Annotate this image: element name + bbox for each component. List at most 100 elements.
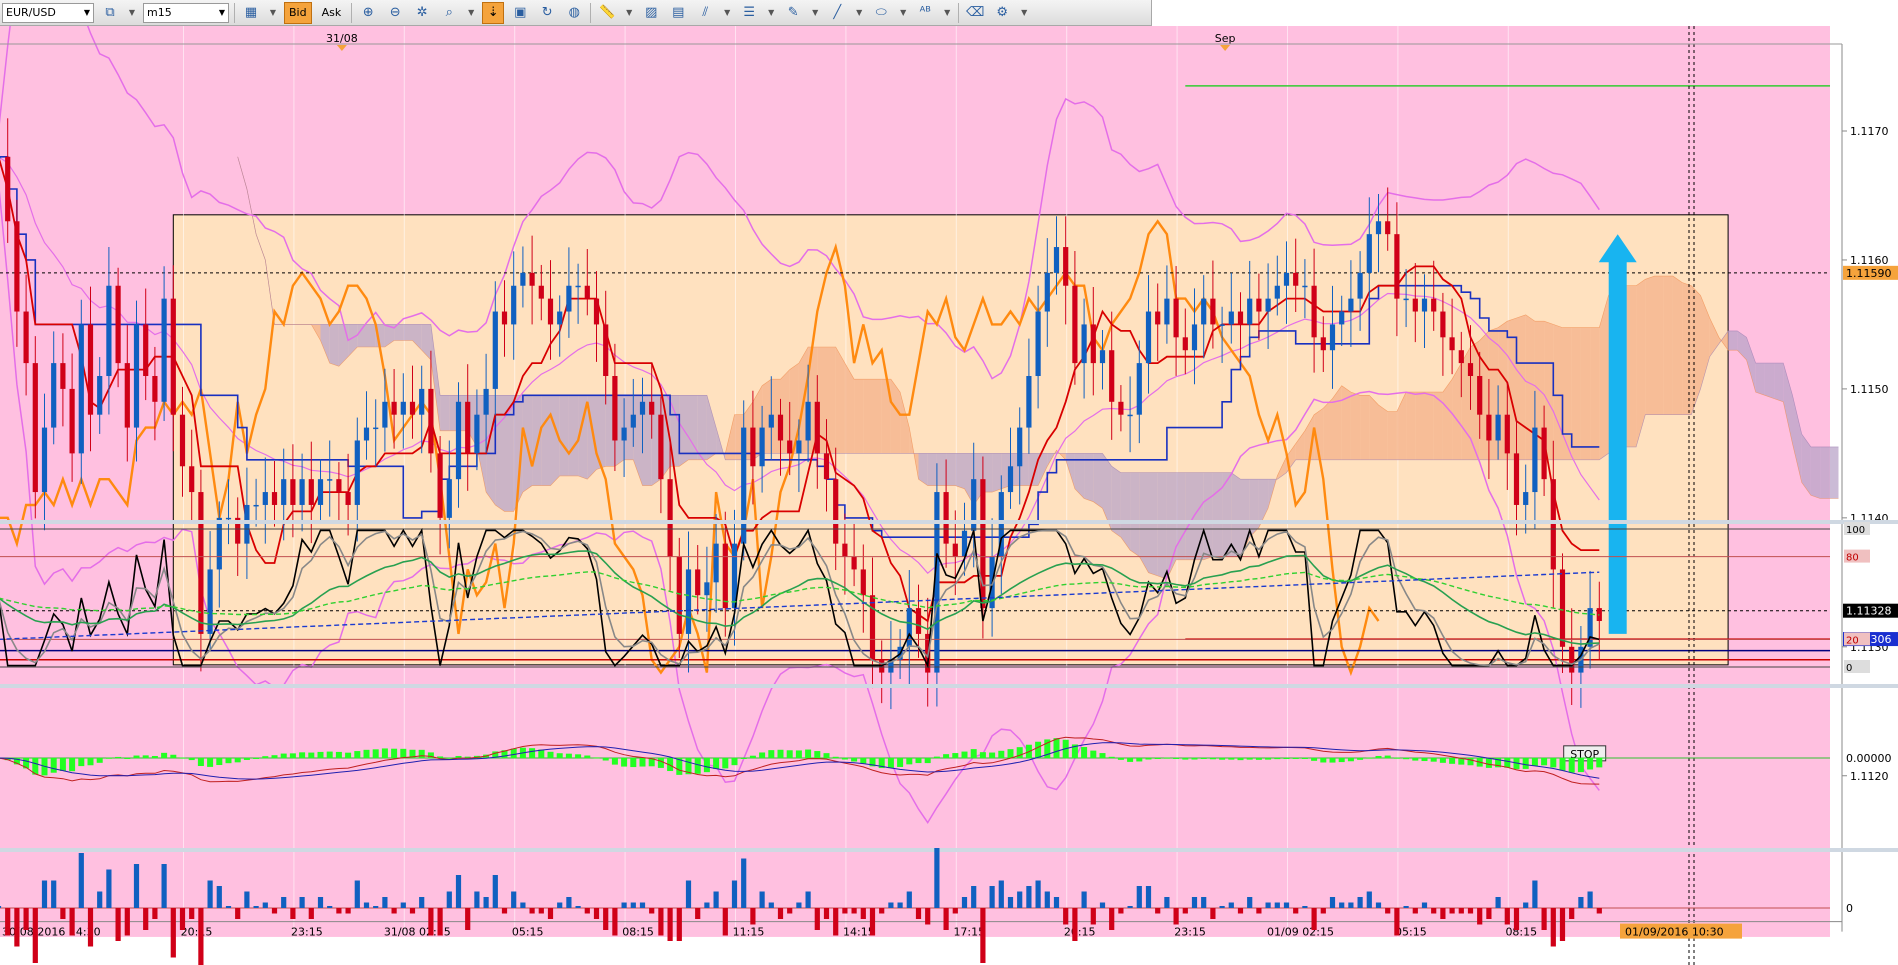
candle-body: [630, 414, 636, 428]
histogram-bar: [787, 908, 793, 914]
symbol-value: EUR/USD: [6, 6, 56, 19]
macd-histogram-bar: [1209, 758, 1216, 760]
chevron-down-icon[interactable]: ▼: [1018, 2, 1030, 24]
macd-histogram-bar: [418, 749, 425, 758]
bid-button[interactable]: Bid: [284, 1, 312, 24]
trendline-icon[interactable]: ╱: [826, 2, 848, 24]
zoom-out-icon[interactable]: ⊖: [384, 2, 406, 24]
timeframe-select[interactable]: m15 ▼: [143, 2, 229, 23]
candle-body: [823, 453, 830, 480]
histogram-bar: [1256, 908, 1262, 914]
histogram-bar: [483, 897, 489, 908]
ichimoku-cloud: [1764, 363, 1775, 399]
chevron-down-icon[interactable]: ▼: [126, 2, 138, 24]
candle-body: [41, 427, 48, 493]
chevron-down-icon[interactable]: ▼: [465, 2, 477, 24]
chart-type-icon[interactable]: ⧉: [99, 2, 121, 24]
macd-histogram-bar: [59, 758, 66, 771]
histogram-bar: [1293, 908, 1299, 914]
macd-histogram-bar: [69, 758, 76, 772]
pen-icon[interactable]: ✎: [782, 2, 804, 24]
fibonacci-icon[interactable]: ⫽: [694, 2, 716, 24]
macd-histogram-bar: [234, 758, 241, 763]
image-icon[interactable]: ▨: [640, 2, 662, 24]
candle-body: [796, 440, 802, 454]
globe-icon[interactable]: ◍: [563, 2, 585, 24]
macd-histogram-bar: [124, 758, 131, 759]
ichimoku-cloud: [1028, 453, 1039, 486]
candle-body: [1017, 427, 1023, 467]
candle-body: [216, 517, 222, 570]
macd-histogram-bar: [786, 750, 793, 758]
macd-histogram-bar: [703, 758, 710, 773]
histogram-bar: [575, 906, 581, 908]
candle-body: [741, 427, 747, 544]
macd-histogram-bar: [1587, 758, 1594, 770]
macd-histogram-bar: [317, 751, 324, 758]
histogram-bar: [1136, 886, 1142, 908]
ichimoku-cloud: [854, 379, 864, 454]
candle-body: [1109, 350, 1115, 402]
indicators-icon[interactable]: ✲: [411, 2, 433, 24]
chart-canvas[interactable]: STOP1.11701.11601.11501.11401.11301.1120…: [0, 26, 1898, 965]
ichimoku-cloud: [532, 395, 542, 486]
macd-histogram-bar: [280, 753, 287, 758]
ask-button[interactable]: Ask: [317, 2, 347, 24]
symbol-select[interactable]: EUR/USD ▼: [2, 2, 94, 23]
chevron-down-icon[interactable]: ▼: [853, 2, 865, 24]
chevron-down-icon[interactable]: ▼: [721, 2, 733, 24]
ellipse-icon[interactable]: ⬭: [870, 2, 892, 24]
macd-histogram-bar: [308, 752, 315, 758]
ichimoku-cloud: [697, 395, 707, 460]
histogram-bar: [1155, 908, 1161, 914]
histogram-bar: [1569, 908, 1575, 919]
histogram-bar: [529, 908, 535, 914]
ichimoku-cloud: [1452, 363, 1462, 460]
candle-body: [1210, 298, 1216, 325]
macd-histogram-bar: [1292, 758, 1299, 759]
lines-icon[interactable]: ☰: [738, 2, 760, 24]
chevron-down-icon[interactable]: ▼: [267, 2, 279, 24]
magnify-icon[interactable]: ⌕: [438, 2, 460, 24]
text-tool-icon[interactable]: ᴬᴮ: [914, 2, 936, 24]
chevron-down-icon[interactable]: ▼: [897, 2, 909, 24]
candle-body: [1191, 324, 1198, 351]
histogram-bar: [685, 880, 692, 908]
macd-histogram-bar: [115, 756, 122, 758]
histogram-bar: [1339, 902, 1345, 908]
candle-body: [1127, 414, 1133, 417]
layout-icon[interactable]: ⚙: [991, 2, 1013, 24]
candle-body: [437, 453, 443, 518]
price-chart-panel[interactable]: STOP1.11701.11601.11501.11401.11301.1120…: [0, 26, 1898, 965]
ichimoku-cloud: [1810, 446, 1821, 499]
chevron-down-icon[interactable]: ▼: [809, 2, 821, 24]
time-axis-label: 08:15: [622, 926, 654, 939]
histogram-bar: [308, 908, 314, 919]
refresh-icon[interactable]: ↻: [536, 2, 558, 24]
histogram-bar: [262, 902, 268, 908]
chevron-down-icon[interactable]: ▼: [765, 2, 777, 24]
chevron-down-icon[interactable]: ▼: [623, 2, 635, 24]
chart-style-icon[interactable]: ▦: [240, 2, 262, 24]
macd-histogram-bar: [161, 752, 168, 758]
template-icon[interactable]: ▣: [509, 2, 531, 24]
macd-histogram-bar: [998, 750, 1005, 758]
candle-body: [501, 311, 508, 325]
ruler-icon[interactable]: 📏: [596, 2, 618, 24]
histogram-bar: [593, 908, 600, 919]
histogram-bar: [759, 891, 765, 908]
macd-histogram-bar: [253, 758, 260, 759]
screenshot-icon[interactable]: ▤: [667, 2, 689, 24]
candle-body: [575, 285, 581, 288]
macd-histogram-bar: [1504, 758, 1511, 768]
zoom-in-icon[interactable]: ⊕: [357, 2, 379, 24]
candle-body: [345, 492, 351, 505]
chevron-down-icon[interactable]: ▼: [941, 2, 953, 24]
candle-body: [1283, 272, 1290, 286]
macd-histogram-bar: [841, 758, 848, 760]
auto-scroll-icon[interactable]: ⇣: [482, 1, 505, 24]
macd-histogram-bar: [446, 757, 453, 759]
macd-histogram-bar: [1384, 755, 1391, 758]
eraser-icon[interactable]: ⌫: [964, 2, 986, 24]
ichimoku-cloud: [1516, 314, 1526, 460]
